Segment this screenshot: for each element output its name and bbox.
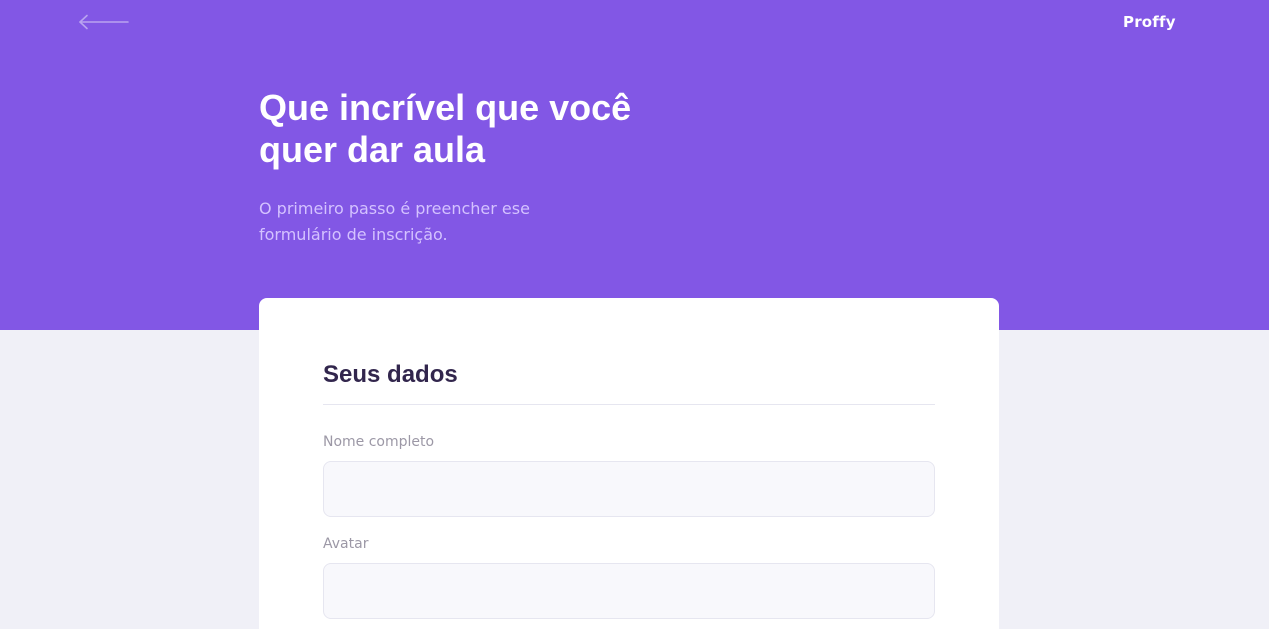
form-section-title: Seus dados xyxy=(323,361,458,388)
avatar-field-label: Avatar xyxy=(323,536,369,552)
page-title: Que incrível que você quer dar aula xyxy=(259,87,632,170)
name-input[interactable] xyxy=(323,461,935,517)
page-header: Proffy Que incrível que você quer dar au… xyxy=(0,0,1269,330)
logo: Proffy xyxy=(1123,13,1176,31)
name-field-label: Nome completo xyxy=(323,434,435,450)
registration-form: Seus dados Nome completo Avatar xyxy=(259,298,999,629)
back-link[interactable] xyxy=(76,10,132,34)
avatar-input[interactable] xyxy=(323,563,935,619)
arrow-left-icon xyxy=(79,14,129,30)
section-divider xyxy=(323,404,935,405)
page-description: O primeiro passo é preencher ese formulá… xyxy=(259,199,530,244)
